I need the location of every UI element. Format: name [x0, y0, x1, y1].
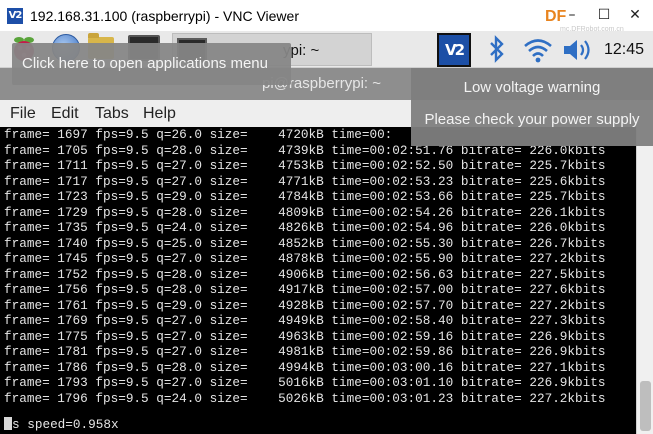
menu-help[interactable]: Help — [143, 104, 176, 124]
terminal-line: frame= 1786 fps=9.5 q=28.0 size= 4994kB … — [4, 359, 606, 375]
tooltip-text: Click here to open applications menu — [22, 55, 268, 72]
terminal-line: frame= 1769 fps=9.5 q=27.0 size= 4949kB … — [4, 313, 606, 328]
terminal-line: frame= 1735 fps=9.5 q=24.0 size= 4826kB … — [4, 220, 606, 235]
terminal-cursor — [4, 417, 12, 430]
volume-icon[interactable] — [561, 37, 593, 63]
minimize-button[interactable]: – — [556, 0, 588, 31]
wifi-icon[interactable] — [523, 37, 553, 63]
terminal-output[interactable]: frame= 1697 fps=9.5 q=26.0 size= 4720kB … — [0, 127, 636, 434]
window-title: 192.168.31.100 (raspberrypi) - VNC Viewe… — [30, 8, 299, 24]
terminal-line: frame= 1711 fps=9.5 q=27.0 size= 4753kB … — [4, 158, 606, 173]
menu-file[interactable]: File — [10, 104, 36, 124]
terminal-line: frame= 1723 fps=9.5 q=29.0 size= 4784kB … — [4, 189, 606, 204]
terminal-line: frame= 1775 fps=9.5 q=27.0 size= 4963kB … — [4, 328, 606, 344]
notification-body: Please check your power supply — [424, 111, 640, 128]
terminal-line: frame= 1756 fps=9.5 q=28.0 size= 4917kB … — [4, 282, 606, 297]
terminal-line: frame= 1752 fps=9.5 q=28.0 size= 4906kB … — [4, 266, 606, 282]
notification-title: Low voltage warning — [463, 79, 601, 96]
applications-menu-tooltip: Click here to open applications menu — [12, 43, 291, 85]
terminal-line: frame= 1745 fps=9.5 q=27.0 size= 4878kB … — [4, 251, 606, 266]
menu-tabs[interactable]: Tabs — [95, 104, 129, 124]
terminal-line: frame= 1740 fps=9.5 q=25.0 size= 4852kB … — [4, 235, 606, 251]
clock[interactable]: 12:45 — [604, 40, 644, 60]
vnc-viewer-title-bar[interactable]: V2 192.168.31.100 (raspberrypi) - VNC Vi… — [0, 0, 653, 33]
vnc-viewer-logo-icon: V2 — [7, 8, 23, 24]
terminal-speed-text: s speed=0.958x — [12, 417, 119, 432]
terminal-line: frame= 1761 fps=9.5 q=29.0 size= 4928kB … — [4, 297, 606, 313]
close-button[interactable]: ✕ — [619, 0, 651, 31]
terminal-line: frame= 1717 fps=9.5 q=27.0 size= 4771kB … — [4, 173, 606, 189]
terminal-line: frame= 1793 fps=9.5 q=27.0 size= 5016kB … — [4, 375, 606, 390]
terminal-scrollbar[interactable] — [636, 127, 653, 434]
bluetooth-icon[interactable] — [486, 35, 508, 63]
terminal-line-last: s speed=0.958x — [4, 417, 119, 433]
maximize-button[interactable]: ☐ — [588, 0, 620, 31]
low-voltage-notification[interactable]: Low voltage warning Please check your po… — [411, 68, 653, 146]
terminal-line: frame= 1729 fps=9.5 q=28.0 size= 4809kB … — [4, 204, 606, 220]
terminal-line: frame= 1796 fps=9.5 q=24.0 size= 5026kB … — [4, 390, 606, 406]
menu-edit[interactable]: Edit — [51, 104, 79, 124]
vnc-server-tray-icon[interactable]: V2 — [437, 33, 471, 67]
terminal-line: frame= 1697 fps=9.5 q=26.0 size= 4720kB … — [4, 127, 393, 142]
terminal-line: frame= 1781 fps=9.5 q=27.0 size= 4981kB … — [4, 344, 606, 359]
terminal-scrollbar-thumb[interactable] — [640, 381, 651, 431]
